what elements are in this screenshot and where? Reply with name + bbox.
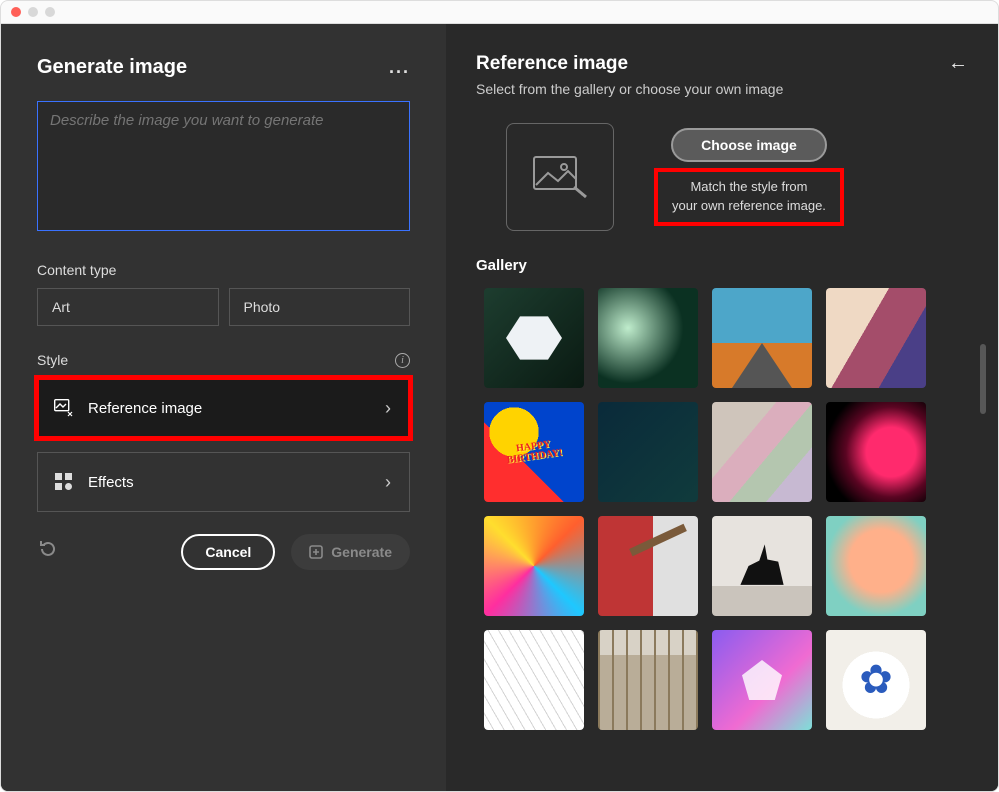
gallery-thumb[interactable] xyxy=(826,516,926,616)
generate-label: Generate xyxy=(331,544,392,560)
gallery-thumb[interactable]: ✿ xyxy=(826,630,926,730)
gallery-thumb[interactable] xyxy=(484,516,584,616)
gallery-thumb[interactable] xyxy=(598,402,698,502)
prompt-input[interactable] xyxy=(37,101,410,231)
gallery-thumb[interactable] xyxy=(598,288,698,388)
style-label: Style i xyxy=(37,352,410,368)
gallery-thumb[interactable]: HAPPYBIRTHDAY! xyxy=(484,402,584,502)
generate-button[interactable]: Generate xyxy=(291,534,410,570)
reference-title: Reference image xyxy=(476,53,628,75)
gallery-thumb[interactable] xyxy=(712,516,812,616)
generate-icon xyxy=(309,545,323,559)
content-type-art[interactable]: Art xyxy=(37,288,219,326)
info-icon[interactable]: i xyxy=(395,353,410,368)
back-arrow-icon[interactable]: ← xyxy=(948,52,968,75)
reference-preview-box[interactable] xyxy=(506,123,614,231)
reference-image-icon xyxy=(54,398,74,418)
choose-note-highlight: Match the style from your own reference … xyxy=(654,168,844,226)
gallery-thumb[interactable] xyxy=(484,630,584,730)
gallery-thumb[interactable] xyxy=(712,402,812,502)
gallery-label: Gallery xyxy=(476,257,968,274)
chevron-right-icon: › xyxy=(385,398,391,419)
reference-subtitle: Select from the gallery or choose your o… xyxy=(476,81,968,97)
chevron-right-icon: › xyxy=(385,472,391,493)
choose-image-note: Match the style from your own reference … xyxy=(658,172,840,222)
content-type-photo[interactable]: Photo xyxy=(229,288,411,326)
effects-label: Effects xyxy=(88,474,134,491)
gallery-thumb[interactable] xyxy=(484,288,584,388)
cancel-button[interactable]: Cancel xyxy=(181,534,275,570)
style-label-text: Style xyxy=(37,352,68,368)
close-window-dot[interactable] xyxy=(11,7,21,17)
gallery-thumb[interactable] xyxy=(826,402,926,502)
effects-icon xyxy=(54,472,74,492)
content-type-label: Content type xyxy=(37,262,410,278)
choose-image-button[interactable]: Choose image xyxy=(671,128,827,162)
reference-image-row[interactable]: Reference image › xyxy=(37,378,410,438)
minimize-window-dot[interactable] xyxy=(28,7,38,17)
effects-row[interactable]: Effects › xyxy=(37,452,410,512)
choose-note-line2: your own reference image. xyxy=(672,198,826,213)
generate-panel: Generate image ... Content type Art Phot… xyxy=(1,24,446,791)
maximize-window-dot[interactable] xyxy=(45,7,55,17)
reference-panel: Reference image ← Select from the galler… xyxy=(446,24,998,791)
gallery-thumb[interactable] xyxy=(712,630,812,730)
gallery-thumb[interactable] xyxy=(598,630,698,730)
generate-title: Generate image xyxy=(37,56,187,79)
gallery-scrollbar[interactable] xyxy=(980,344,986,414)
app-body: Generate image ... Content type Art Phot… xyxy=(0,24,999,792)
reference-image-label: Reference image xyxy=(88,400,202,417)
reset-button[interactable] xyxy=(37,538,65,566)
window-titlebar xyxy=(0,0,999,24)
image-placeholder-icon xyxy=(532,155,588,199)
gallery-thumb[interactable] xyxy=(598,516,698,616)
choose-note-line1: Match the style from xyxy=(690,179,807,194)
gallery-thumb[interactable] xyxy=(826,288,926,388)
content-type-label-text: Content type xyxy=(37,262,116,278)
gallery-grid: HAPPYBIRTHDAY! ✿ xyxy=(484,288,968,730)
more-menu-button[interactable]: ... xyxy=(389,57,410,78)
gallery-thumb[interactable] xyxy=(712,288,812,388)
